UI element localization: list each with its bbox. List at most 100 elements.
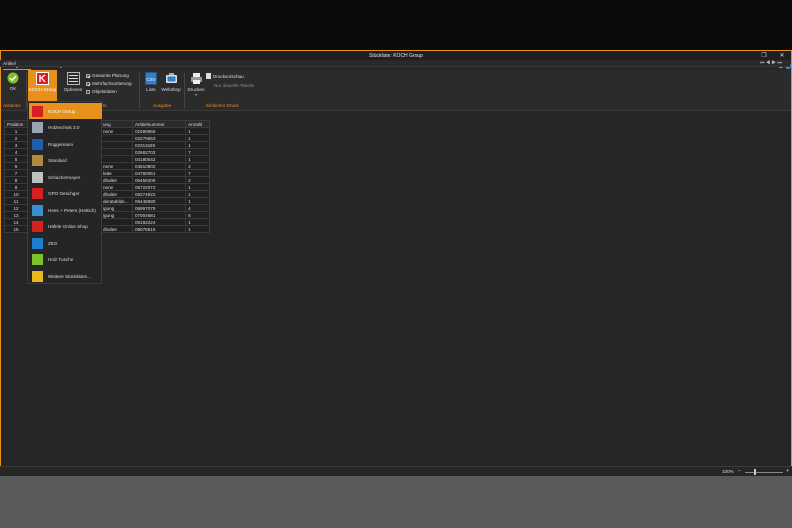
gesamte-planung-checkbox[interactable]: Gesamte Planung — [86, 73, 129, 78]
table-cell: 02662703 — [131, 148, 187, 156]
table-cell: 05456308 — [131, 176, 187, 184]
menu-item-roggemann[interactable]: Roggemann — [29, 136, 102, 152]
table-row[interactable]: dhalter 09078516 1 — [100, 225, 210, 233]
menu-item-h-fele-online-shop[interactable]: Häfele Online Shop — [29, 219, 102, 235]
group-aktionen: Aktionen — [3, 103, 21, 108]
menu-item-holztechnik-3-0[interactable]: Holztechnik 3.0 — [29, 120, 102, 136]
table-row[interactable]: 15 — [4, 225, 28, 233]
table-row[interactable]: 13 — [4, 211, 28, 219]
menu-item-label: Holztechnik 3.0 — [48, 125, 80, 130]
table-dock-header: Artikel ⏮ ◀ ▶ ⏭ — [0, 60, 790, 67]
mehrfachsortierung-checkbox[interactable]: Mehrfachsortierung — [86, 81, 132, 86]
table-cell — [100, 155, 133, 163]
druckvorschau-button[interactable]: Druckvorschau — [206, 73, 244, 79]
table-cell: 06448580 — [131, 197, 187, 205]
table-row[interactable]: 9 — [4, 183, 28, 191]
drucken-button[interactable]: Drucken ▾ — [186, 72, 206, 97]
column-header[interactable]: Artikelnummer — [131, 120, 187, 128]
table-cell: 6 — [185, 211, 210, 219]
table-row[interactable]: 02276653 1 — [100, 134, 210, 142]
table-row[interactable]: nene 01696966 1 — [100, 127, 210, 135]
table-cell: 05722072 — [131, 183, 187, 191]
zoom-in-button[interactable]: + — [786, 468, 789, 474]
table-row[interactable]: 14 — [4, 218, 28, 226]
table-row[interactable]: dhalter 05456308 2 — [100, 176, 210, 184]
table-cell: deratablde... — [100, 197, 133, 205]
menu-item-label: Hees + Peters (Hettich) — [48, 207, 96, 213]
objektdaten-label: Objektdaten — [92, 89, 117, 94]
table-row[interactable]: 6 — [4, 162, 28, 170]
zoom-slider-thumb[interactable] — [754, 469, 756, 475]
table-cell: 1 — [185, 218, 210, 226]
zoom-out-button[interactable]: − — [738, 468, 741, 474]
table-row[interactable]: 08192224 1 — [100, 218, 210, 226]
koch-logo-icon — [36, 72, 49, 85]
table-row[interactable]: latte 04760051 7 — [100, 169, 210, 177]
menu-item-hees-peters-hettich[interactable]: Hees + Peters (Hettich) — [29, 202, 102, 218]
table-row[interactable]: 5 — [4, 155, 28, 163]
menu-item-opo-oeschger[interactable]: OPO Oeschger — [29, 186, 102, 202]
table-row[interactable]: 02662703 7 — [100, 148, 210, 156]
position-column: Position 1 2 3 4 5 6 7 8 9 10 11 12 13 14 15 — [4, 120, 28, 233]
roggemann-icon — [32, 138, 43, 150]
table-cell: 1 — [185, 134, 210, 142]
table-cell — [100, 218, 133, 226]
webshop-button[interactable]: Webshop — [160, 72, 182, 92]
position-cell: 15 — [4, 225, 28, 233]
table-row[interactable]: nene 04610802 2 — [100, 162, 210, 170]
gesamte-planung-label: Gesamte Planung — [92, 73, 129, 78]
liste-button[interactable]: CSV Liste — [142, 72, 160, 92]
status-bar: 100% − + — [0, 466, 792, 476]
group-label-partial: ts — [103, 103, 107, 108]
article-table: ung Artikelnummer Anzahl nene 01696966 1 02… — [100, 120, 210, 233]
table-row[interactable]: dhalter 06274922 1 — [100, 190, 210, 198]
table-row[interactable]: 1 — [4, 127, 28, 135]
column-header[interactable]: ung — [100, 120, 133, 128]
table-cell: dhalter — [100, 190, 133, 198]
table-cell: 01696966 — [131, 127, 187, 135]
position-cell: 11 — [4, 197, 28, 205]
table-row[interactable]: 8 — [4, 176, 28, 184]
table-cell: 1 — [185, 225, 210, 233]
table-cell: 7 — [185, 169, 210, 177]
table-cell: 2 — [185, 162, 210, 170]
table-row[interactable]: igung 07004681 6 — [100, 211, 210, 219]
table-row[interactable]: deratablde... 06448580 1 — [100, 197, 210, 205]
menu-item-holz-tusche[interactable]: Holz Tusche — [29, 252, 102, 268]
table-cell: nene — [100, 162, 133, 170]
menu-item-zeg[interactable]: ZEG — [29, 235, 102, 251]
nur-aktuelle-tabelle-option[interactable]: Nur aktuelle Tabelle — [214, 83, 254, 88]
separator — [184, 73, 185, 108]
table-row[interactable]: 11 — [4, 197, 28, 205]
optionen-button[interactable]: Optionen — [61, 72, 85, 92]
druckvorschau-label: Druckvorschau — [213, 73, 244, 79]
table-row[interactable]: nene 05722072 1 — [100, 183, 210, 191]
nur-aktuelle-tabelle-label: Nur aktuelle Tabelle — [214, 83, 255, 88]
table-row[interactable]: 02311628 1 — [100, 141, 210, 149]
table-row[interactable]: 7 — [4, 169, 28, 177]
dock-nav-arrows-icon[interactable]: ⏮ ◀ ▶ ⏭ — [760, 60, 782, 66]
webshop-icon — [165, 73, 177, 83]
table-row[interactable]: 2 — [4, 134, 28, 142]
menu-item-koch-group[interactable]: KOCH Group — [29, 103, 102, 119]
list-options-icon — [66, 72, 80, 85]
ok-button[interactable]: OK — [4, 72, 22, 91]
table-cell: 08192224 — [131, 218, 187, 226]
table-row[interactable]: 04180542 1 — [100, 155, 210, 163]
menu-item-schachermayer[interactable]: Schachermayer — [29, 169, 102, 185]
table-row[interactable]: 10 — [4, 190, 28, 198]
svg-text:CSV: CSV — [146, 77, 155, 82]
table-row[interactable]: 4 — [4, 148, 28, 156]
table-cell: 07004681 — [131, 211, 187, 219]
table-row[interactable]: 3 — [4, 141, 28, 149]
column-header[interactable]: Anzahl — [185, 120, 210, 128]
menu-item-standard[interactable]: Standard — [29, 153, 102, 169]
table-row[interactable]: igung 06997079 4 — [100, 204, 210, 212]
table-cell: 1 — [185, 127, 210, 135]
position-cell: 13 — [4, 211, 28, 219]
objektdaten-checkbox[interactable]: Objektdaten — [86, 89, 117, 94]
zoom-slider[interactable] — [745, 472, 783, 473]
menu-item-weitere-st-cklisten[interactable]: Weitere Stücklisten... — [29, 268, 102, 284]
table-row[interactable]: 12 — [4, 204, 28, 212]
group-einfacher-druck: Einfacher Druck — [206, 103, 239, 108]
